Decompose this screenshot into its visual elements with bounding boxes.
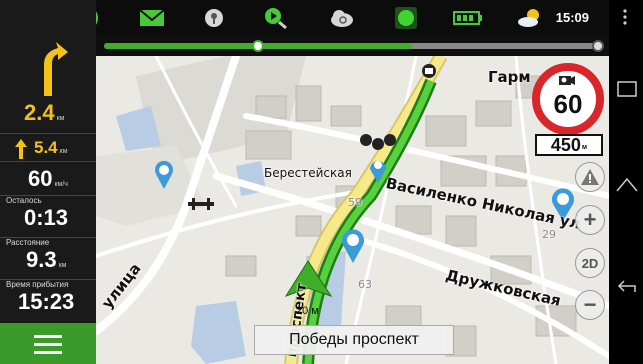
map-house-number: 59 [348, 196, 362, 209]
zoom-out-button[interactable]: − [575, 290, 605, 320]
speed-panel: 60 км/ч [0, 162, 96, 196]
satellite-icon[interactable] [258, 0, 294, 36]
navigator-screen: 15:09 Гарм Берестейская Василенко Никола… [0, 0, 643, 364]
gps-status-icon[interactable] [388, 0, 424, 36]
speed-camera-icon [559, 76, 575, 85]
turn-left-arrow-icon [44, 42, 68, 96]
map-label-berestey: Берестейская [264, 166, 352, 180]
warning-triangle-icon [581, 169, 599, 185]
speed-limit-value: 60 [553, 88, 583, 119]
distance-label: Расстояние [6, 238, 50, 247]
weather-icon[interactable] [512, 0, 548, 36]
map-scale: 20 м [296, 305, 319, 317]
distance-value: 9.3 [26, 247, 57, 272]
recent-apps-icon[interactable] [616, 80, 638, 103]
distance-panel: Расстояние 9.3 км [0, 238, 96, 280]
next-turn-distance: 2.4 км [24, 100, 65, 125]
back-icon[interactable] [615, 278, 639, 301]
warning-button[interactable] [575, 162, 605, 192]
battery-icon[interactable] [450, 0, 486, 36]
overflow-menu-icon[interactable] [621, 8, 629, 31]
second-turn-distance: 5.4 км [34, 138, 68, 157]
current-street-label: Победы проспект [254, 325, 454, 355]
current-speed: 60 [28, 166, 53, 191]
map-house-number: 63 [358, 278, 372, 291]
menu-button[interactable] [0, 323, 96, 364]
finish-flag-icon [592, 40, 604, 52]
time-remaining-panel: Осталось 0:13 [0, 196, 96, 238]
map-label-garm: Гарм [488, 68, 531, 86]
arrival-label: Время прибытия [6, 280, 69, 289]
zoom-in-button[interactable]: + [575, 205, 605, 235]
trip-info-panel: 2.4 км 5.4 км 60 км/ч Осталось 0:13 Расстоя… [0, 0, 96, 364]
route-progress-track [104, 40, 604, 52]
camera-distance: 450 м [535, 134, 603, 156]
clock: 15:09 [555, 10, 589, 25]
next-maneuver[interactable]: 2.4 км [0, 0, 96, 134]
remaining-value: 0:13 [24, 205, 69, 230]
remaining-label: Осталось [6, 196, 42, 205]
speed-limit-sign: 60 [532, 63, 604, 135]
cloud-sync-icon[interactable] [322, 0, 362, 36]
route-position-marker [251, 40, 264, 52]
home-icon[interactable] [615, 175, 639, 198]
mail-icon[interactable] [132, 0, 172, 36]
system-nav-bar [609, 0, 643, 364]
arrival-value: 15:23 [18, 289, 75, 314]
location-pin-icon[interactable] [196, 0, 232, 36]
view-2d-button[interactable]: 2D [575, 248, 605, 278]
second-maneuver[interactable]: 5.4 км [0, 134, 96, 162]
arrival-panel: Время прибытия 15:23 [0, 280, 96, 323]
route-progress-bar [96, 36, 609, 56]
map-house-number: 29 [542, 228, 556, 241]
hamburger-menu-icon [34, 334, 62, 354]
